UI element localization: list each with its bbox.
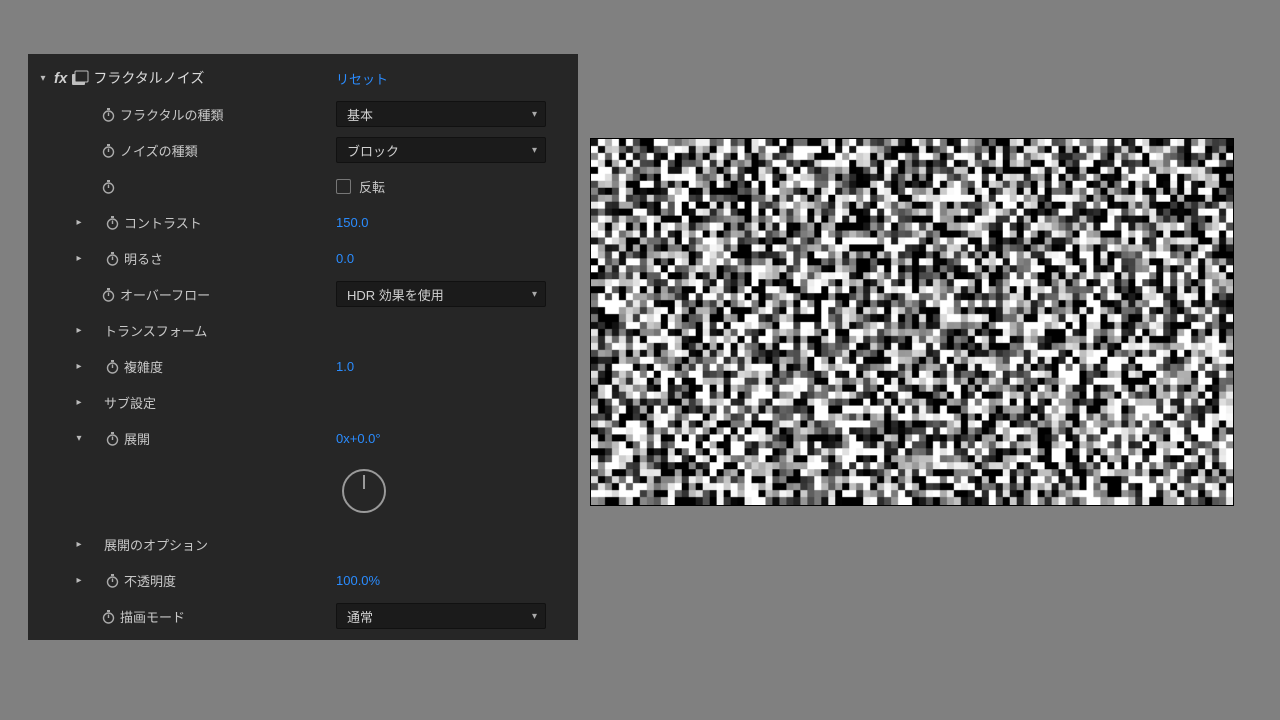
param-label: 反転 (359, 177, 385, 196)
twirl-closed[interactable]: ▸ (72, 573, 86, 587)
param-row-complexity: ▸ 複雑度 1.0 (28, 348, 578, 384)
twirl-closed[interactable]: ▸ (72, 537, 86, 551)
param-row-overflow: オーバーフロー HDR 効果を使用 ▾ (28, 276, 578, 312)
param-label: オーバーフロー (120, 285, 210, 304)
twirl-closed[interactable]: ▸ (72, 251, 86, 265)
stopwatch-icon[interactable] (104, 250, 120, 266)
fx-badge: fx (54, 70, 67, 87)
param-label: 明るさ (124, 249, 163, 268)
complexity-value[interactable]: 1.0 (336, 359, 354, 374)
param-label: ノイズの種類 (120, 141, 198, 160)
select-value: ブロック (347, 141, 399, 160)
evolution-dial[interactable] (342, 469, 386, 513)
param-label: コントラスト (124, 213, 202, 232)
effect-twirl-open[interactable]: ▾ (36, 71, 50, 85)
param-label: 展開 (124, 429, 150, 448)
param-label: 描画モード (120, 607, 185, 626)
chevron-down-icon: ▾ (532, 289, 537, 300)
stopwatch-icon[interactable] (100, 608, 116, 624)
opacity-value[interactable]: 100.0% (336, 573, 380, 588)
select-value: 通常 (347, 607, 373, 626)
noise-type-select[interactable]: ブロック ▾ (336, 137, 546, 163)
param-label: 展開のオプション (104, 535, 208, 554)
chevron-down-icon: ▾ (532, 145, 537, 156)
stopwatch-icon[interactable] (104, 358, 120, 374)
fractal-type-select[interactable]: 基本 ▾ (336, 101, 546, 127)
param-label: 不透明度 (124, 571, 176, 590)
stopwatch-icon[interactable] (100, 106, 116, 122)
stopwatch-icon[interactable] (100, 142, 116, 158)
param-row-evolution: ▾ 展開 0x+0.0° (28, 420, 578, 456)
twirl-open[interactable]: ▾ (72, 431, 86, 445)
param-row-invert: 反転 (28, 168, 578, 204)
blend-mode-select[interactable]: 通常 ▾ (336, 603, 546, 629)
chevron-down-icon: ▾ (532, 109, 537, 120)
stopwatch-icon[interactable] (104, 572, 120, 588)
twirl-closed[interactable]: ▸ (72, 323, 86, 337)
preset-icon[interactable] (71, 70, 89, 86)
param-label: トランスフォーム (104, 321, 207, 340)
stopwatch-icon[interactable] (100, 178, 116, 194)
param-row-fractal-type: フラクタルの種類 基本 ▾ (28, 96, 578, 132)
chevron-down-icon: ▾ (532, 611, 537, 622)
evolution-dial-row (28, 456, 578, 526)
twirl-closed[interactable]: ▸ (72, 215, 86, 229)
param-row-blend-mode: 描画モード 通常 ▾ (28, 598, 578, 634)
param-row-sub-settings: ▸ サブ設定 (28, 384, 578, 420)
effect-header-row: ▾ fx フラクタルノイズ リセット (28, 60, 578, 96)
composition-preview (590, 138, 1234, 506)
twirl-closed[interactable]: ▸ (72, 395, 86, 409)
contrast-value[interactable]: 150.0 (336, 215, 369, 230)
select-value: 基本 (347, 105, 373, 124)
noise-canvas (591, 139, 1233, 505)
param-label: 複雑度 (124, 357, 163, 376)
param-row-noise-type: ノイズの種類 ブロック ▾ (28, 132, 578, 168)
param-row-brightness: ▸ 明るさ 0.0 (28, 240, 578, 276)
reset-link[interactable]: リセット (336, 69, 388, 88)
stopwatch-icon[interactable] (104, 430, 120, 446)
invert-checkbox[interactable] (336, 179, 351, 194)
param-label: フラクタルの種類 (120, 105, 223, 124)
effect-name: フラクタルノイズ (93, 68, 204, 88)
param-row-transform: ▸ トランスフォーム (28, 312, 578, 348)
param-label: サブ設定 (104, 393, 156, 412)
param-row-opacity: ▸ 不透明度 100.0% (28, 562, 578, 598)
evolution-value[interactable]: 0x+0.0° (336, 431, 381, 446)
overflow-select[interactable]: HDR 効果を使用 ▾ (336, 281, 546, 307)
effect-controls-panel: ▾ fx フラクタルノイズ リセット フラクタルの種類 基本 ▾ (28, 54, 578, 640)
twirl-closed[interactable]: ▸ (72, 359, 86, 373)
stopwatch-icon[interactable] (104, 214, 120, 230)
param-row-evolution-options: ▸ 展開のオプション (28, 526, 578, 562)
param-row-contrast: ▸ コントラスト 150.0 (28, 204, 578, 240)
stopwatch-icon[interactable] (100, 286, 116, 302)
brightness-value[interactable]: 0.0 (336, 251, 354, 266)
select-value: HDR 効果を使用 (347, 285, 444, 304)
